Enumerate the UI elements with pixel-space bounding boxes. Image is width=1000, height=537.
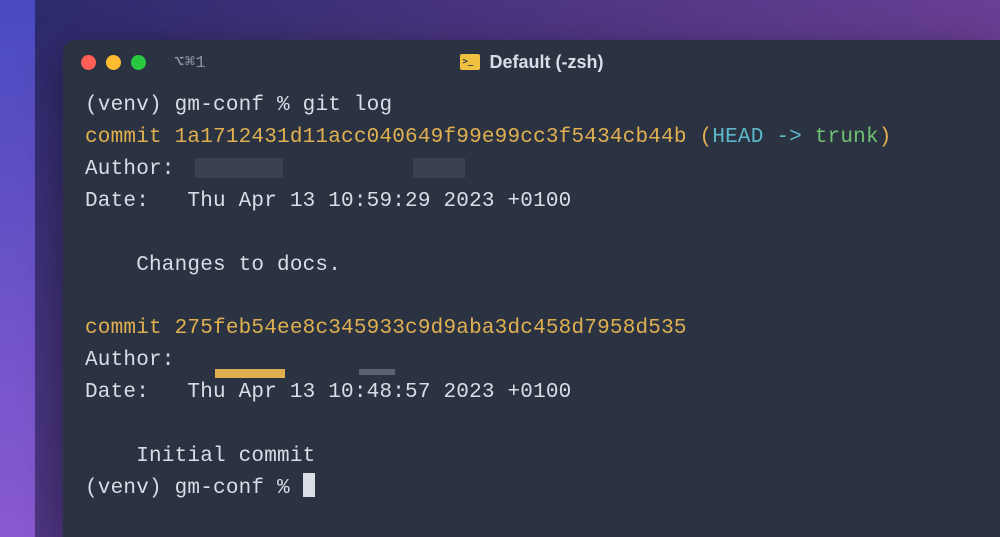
blank-line — [85, 281, 978, 313]
commit-prefix: commit — [85, 317, 175, 340]
commit-prefix: commit — [85, 126, 175, 149]
close-button[interactable] — [81, 55, 96, 70]
author-label: Author: — [85, 154, 175, 186]
date-line: Date: Thu Apr 13 10:48:57 2023 +0100 — [85, 377, 978, 409]
commit-hash: 1a1712431d11acc040649f99e99cc3f5434cb44b — [175, 126, 687, 149]
title-bar: ⌥⌘1 Default (-zsh) — [63, 40, 1000, 84]
blank-line — [85, 218, 978, 250]
redacted-author-email — [413, 158, 465, 178]
minimize-button[interactable] — [106, 55, 121, 70]
terminal-output[interactable]: (venv) gm-conf % git log commit 1a171243… — [63, 84, 1000, 511]
commit-hash: 275feb54ee8c345933c9d9aba3dc458d7958d535 — [175, 317, 687, 340]
maximize-button[interactable] — [131, 55, 146, 70]
ref-close: ) — [879, 126, 892, 149]
commit-line: commit 1a1712431d11acc040649f99e99cc3f54… — [85, 122, 978, 154]
date-value: Thu Apr 13 10:59:29 2023 +0100 — [187, 190, 571, 213]
redacted-underline — [215, 369, 285, 378]
cursor — [303, 473, 315, 497]
date-line: Date: Thu Apr 13 10:59:29 2023 +0100 — [85, 186, 978, 218]
author-line: Author: — [85, 154, 978, 186]
command-text: git log — [303, 94, 393, 117]
commit-message: Initial commit — [85, 441, 978, 473]
traffic-lights — [81, 55, 146, 70]
redacted-author-name — [195, 158, 283, 178]
blank-line — [85, 409, 978, 441]
date-value: Thu Apr 13 10:48:57 2023 +0100 — [187, 381, 571, 404]
tab-shortcut-label: ⌥⌘1 — [174, 52, 206, 73]
prompt-text: (venv) gm-conf % — [85, 477, 303, 500]
terminal-window: ⌥⌘1 Default (-zsh) (venv) gm-conf % git … — [63, 40, 1000, 537]
window-title-text: Default (-zsh) — [490, 52, 604, 73]
prompt-text: (venv) gm-conf % — [85, 94, 303, 117]
author-label: Author: — [85, 345, 175, 377]
author-line: Author: — [85, 345, 978, 377]
head-ref: HEAD -> — [712, 126, 814, 149]
date-label: Date: — [85, 190, 187, 213]
shell-icon — [460, 54, 480, 70]
prompt-line: (venv) gm-conf % — [85, 473, 978, 505]
desktop-background-stripe — [0, 0, 35, 537]
window-title: Default (-zsh) — [460, 52, 604, 73]
redacted-underline — [359, 369, 395, 375]
prompt-line: (venv) gm-conf % git log — [85, 90, 978, 122]
commit-line: commit 275feb54ee8c345933c9d9aba3dc458d7… — [85, 313, 978, 345]
branch-name: trunk — [815, 126, 879, 149]
ref-open: ( — [687, 126, 713, 149]
date-label: Date: — [85, 381, 187, 404]
commit-message: Changes to docs. — [85, 250, 978, 282]
